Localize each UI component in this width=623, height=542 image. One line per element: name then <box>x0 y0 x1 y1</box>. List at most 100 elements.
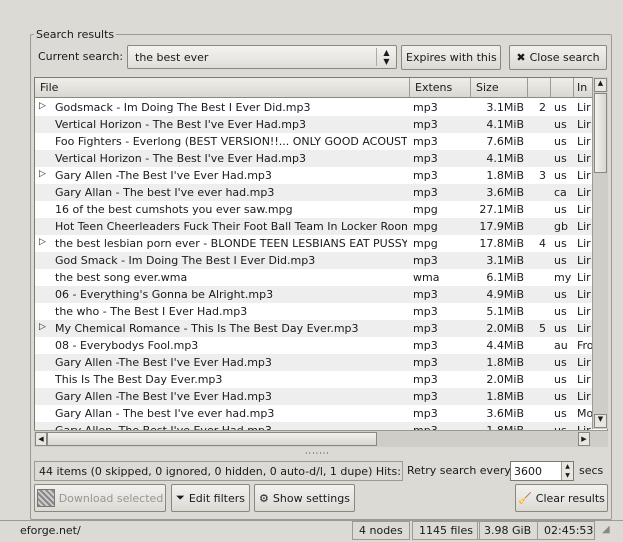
table-row[interactable]: Gary Allan - The best I've ever had.mp3 m… <box>35 405 593 422</box>
scroll-right-icon[interactable]: ▶ <box>578 432 590 446</box>
table-row[interactable]: Vertical Horizon - The Best I've Ever Ha… <box>35 116 593 133</box>
table-row[interactable]: 06 - Everything's Gonna be Alright.mp3 mp… <box>35 286 593 303</box>
size-cell: 3.1MiB <box>486 254 524 267</box>
table-row[interactable]: 16 of the best cumshots you ever saw.mpg… <box>35 201 593 218</box>
size-cell: 3.1MiB <box>486 101 524 114</box>
country-cell: us <box>554 288 567 301</box>
extension-cell: mp3 <box>413 305 438 318</box>
country-cell: my <box>554 271 572 284</box>
column-file[interactable]: File <box>35 78 410 98</box>
info-cell: Lir <box>577 271 591 284</box>
info-cell: Lir <box>577 203 591 216</box>
country-cell: us <box>554 118 567 131</box>
info-cell: Lir <box>577 322 591 335</box>
scroll-left-icon[interactable]: ◀ <box>35 432 47 446</box>
status-time: 02:45:53 <box>537 521 595 540</box>
table-row[interactable]: 08 - Everybodys Fool.mp3 mp3 4.4MiB au Fro <box>35 337 593 354</box>
scroll-up-icon[interactable]: ▲ <box>594 78 607 92</box>
column-size[interactable]: Size <box>471 78 528 98</box>
edit-filters-button[interactable]: ⏷ Edit filters <box>171 484 250 512</box>
file-cell: Hot Teen Cheerleaders Fuck Their Foot Ba… <box>55 220 407 233</box>
clear-results-button[interactable]: 🧹 Clear results <box>515 484 608 512</box>
size-cell: 4.1MiB <box>486 118 524 131</box>
extension-cell: mpg <box>413 237 438 250</box>
info-cell: Lir <box>577 288 591 301</box>
country-cell: us <box>554 322 567 335</box>
expander-icon[interactable]: ▷ <box>39 169 46 179</box>
extension-cell: mp3 <box>413 101 438 114</box>
info-cell: Lir <box>577 254 591 267</box>
country-cell: au <box>554 339 568 352</box>
country-cell: us <box>554 390 567 403</box>
expander-icon[interactable]: ▷ <box>39 101 46 111</box>
extension-cell: mp3 <box>413 390 438 403</box>
pane-handle[interactable]: ······· <box>305 449 330 458</box>
table-row[interactable]: ▷ Godsmack - Im Doing The Best I Ever Did… <box>35 99 593 116</box>
table-row[interactable]: ▷ Gary Allen -The Best I've Ever Had.mp3 m… <box>35 167 593 184</box>
size-cell: 3.6MiB <box>486 407 524 420</box>
size-cell: 2.0MiB <box>486 373 524 386</box>
table-row[interactable]: the who - The Best I Ever Had.mp3 mp3 5.1M… <box>35 303 593 320</box>
horizontal-scroll-thumb[interactable] <box>47 432 377 446</box>
count-cell: 3 <box>539 169 546 182</box>
spinner-arrows-icon[interactable]: ▲ ▼ <box>561 462 573 480</box>
country-cell: gb <box>554 220 568 233</box>
size-cell: 4.4MiB <box>486 339 524 352</box>
table-row[interactable]: Vertical Horizon - The Best I've Ever Ha… <box>35 150 593 167</box>
column-info[interactable]: In <box>574 78 594 98</box>
table-row[interactable]: Foo Fighters - Everlong (BEST VERSION!!.… <box>35 133 593 150</box>
info-cell: Lir <box>577 101 591 114</box>
table-row[interactable]: This Is The Best Day Ever.mp3 mp3 2.0MiB us… <box>35 371 593 388</box>
expires-button[interactable]: Expires with this se <box>401 45 501 70</box>
results-table[interactable]: File Extens Size In ▷ Godsmack - Im Doing… <box>34 77 608 447</box>
broom-icon: 🧹 <box>518 491 532 505</box>
column-count[interactable] <box>528 78 551 98</box>
horizontal-scrollbar[interactable]: ◀ ▶ <box>34 430 608 447</box>
vertical-scrollbar[interactable]: ▲ ▼ <box>592 77 608 429</box>
column-country[interactable] <box>551 78 574 98</box>
table-row[interactable]: Gary Allen -The Best I've Ever Had.mp3 mp… <box>35 388 593 405</box>
extension-cell: mp3 <box>413 356 438 369</box>
file-cell: Gary Allan - The best I've ever had.mp3 <box>55 407 275 420</box>
show-settings-button[interactable]: ⚙ Show settings <box>254 484 355 512</box>
country-cell: us <box>554 407 567 420</box>
file-cell: Gary Allen -The Best I've Ever Had.mp3 <box>55 356 272 369</box>
size-cell: 3.6MiB <box>486 186 524 199</box>
table-row[interactable]: Gary Allan - The best I've ever had.mp3 m… <box>35 184 593 201</box>
info-cell: Lir <box>577 135 591 148</box>
extension-cell: mp3 <box>413 186 438 199</box>
info-cell: Lir <box>577 169 591 182</box>
info-cell: Lir <box>577 118 591 131</box>
retry-interval-spinner[interactable]: 3600 ▲ ▼ <box>510 461 574 481</box>
table-row[interactable]: ▷ the best lesbian porn ever - BLONDE TEE… <box>35 235 593 252</box>
table-row[interactable]: Hot Teen Cheerleaders Fuck Their Foot Ba… <box>35 218 593 235</box>
close-search-button[interactable]: ✖ Close search <box>509 45 607 70</box>
download-selected-button[interactable]: Download selected <box>34 484 166 512</box>
country-cell: us <box>554 237 567 250</box>
size-cell: 4.1MiB <box>486 152 524 165</box>
extension-cell: mp3 <box>413 169 438 182</box>
table-row[interactable]: the best song ever.wma wma 6.1MiB my Lir <box>35 269 593 286</box>
table-row[interactable]: Gary Allen -The Best I've Ever Had.mp3 mp… <box>35 354 593 371</box>
file-cell: the who - The Best I Ever Had.mp3 <box>55 305 248 318</box>
size-cell: 17.8MiB <box>479 237 524 250</box>
table-row[interactable]: God Smack - Im Doing The Best I Ever Did… <box>35 252 593 269</box>
file-cell: Gary Allen -The Best I've Ever Had.mp3 <box>55 169 272 182</box>
info-cell: Lir <box>577 237 591 250</box>
table-row[interactable]: ▷ My Chemical Romance - This Is The Best … <box>35 320 593 337</box>
resize-grip-icon[interactable]: ◢ <box>602 524 610 535</box>
expander-icon[interactable]: ▷ <box>39 237 46 247</box>
country-cell: us <box>554 305 567 318</box>
expander-icon[interactable]: ▷ <box>39 322 46 332</box>
file-cell: Foo Fighters - Everlong (BEST VERSION!!.… <box>55 135 407 148</box>
country-cell: us <box>554 152 567 165</box>
column-extension[interactable]: Extens <box>410 78 471 98</box>
country-cell: us <box>554 101 567 114</box>
retry-value: 3600 <box>514 465 542 478</box>
current-search-combo[interactable]: the best ever ▲ ▼ <box>127 45 397 69</box>
status-nodes: 4 nodes <box>352 521 410 540</box>
size-cell: 1.8MiB <box>486 356 524 369</box>
vertical-scroll-thumb[interactable] <box>594 93 607 173</box>
file-cell: 06 - Everything's Gonna be Alright.mp3 <box>55 288 274 301</box>
scroll-down-icon[interactable]: ▼ <box>594 414 607 428</box>
